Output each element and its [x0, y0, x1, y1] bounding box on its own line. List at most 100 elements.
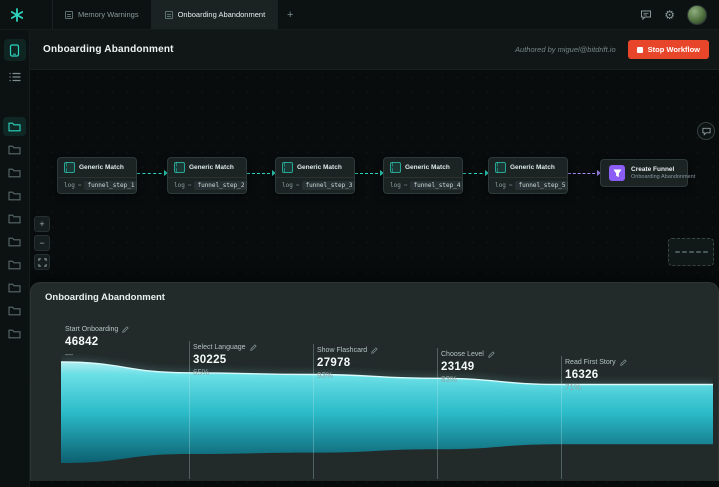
log-field: log — [390, 182, 401, 189]
minimap[interactable] — [668, 238, 714, 266]
workflow-canvas[interactable]: ( ) Generic Match log = funnel_step_1 ( ) Ge… — [30, 70, 719, 487]
stage-label: Show Flashcard — [317, 347, 368, 354]
sidebar-folder-icon[interactable] — [3, 255, 26, 274]
match-icon: ( ) — [64, 162, 75, 174]
sidebar-folder-icon[interactable] — [3, 301, 26, 320]
edit-icon[interactable] — [619, 359, 627, 366]
funnel-stage-1: Start Onboarding 46842 — — [65, 326, 183, 359]
log-value: funnel_step_2 — [194, 181, 248, 190]
node-title: Create Funnel — [631, 166, 675, 173]
feedback-chat-icon[interactable] — [640, 9, 652, 21]
funnel-stage-3: Show Flashcard 27978 93% — [317, 347, 435, 380]
log-operator: = — [403, 182, 408, 189]
log-operator: = — [295, 182, 300, 189]
connector — [463, 170, 489, 176]
sidebar-folder-icon[interactable] — [3, 278, 26, 297]
tab-strip: Memory Warnings Onboarding Abandonment + — [52, 0, 302, 29]
edit-icon[interactable] — [122, 326, 129, 333]
page-header-right: Authored by miguel@bitdrift.io Stop Work… — [515, 40, 709, 59]
node-subtitle: Onboarding Abandonment — [631, 174, 696, 180]
stage-percentage: — — [65, 350, 73, 359]
log-value: funnel_step_1 — [84, 181, 138, 190]
tab-label: Memory Warnings — [78, 10, 139, 19]
zoom-out-button[interactable]: − — [34, 235, 50, 251]
node-title: Generic Match — [405, 164, 450, 171]
log-field: log — [495, 182, 506, 189]
workflow-node-generic-match-5[interactable]: ( ) Generic Match log = funnel_step_5 — [488, 157, 569, 194]
edit-icon[interactable] — [249, 344, 257, 351]
sidebar-folder-icon[interactable] — [3, 163, 26, 182]
sidebar-folder-icon[interactable] — [3, 324, 26, 343]
stop-icon — [636, 46, 643, 53]
connector — [355, 170, 384, 176]
funnel-stage-4: Choose Level 23149 83% — [441, 351, 559, 384]
log-field: log — [282, 182, 293, 189]
log-field: log — [64, 182, 75, 189]
comment-bubble-button[interactable] — [697, 122, 715, 140]
stage-label: Read First Story — [565, 359, 616, 366]
topbar-right: ⚙ — [640, 0, 719, 29]
zoom-in-button[interactable]: + — [34, 216, 50, 232]
workflow-node-create-funnel[interactable]: Create Funnel Onboarding Abandonment — [600, 159, 695, 187]
stage-value: 46842 — [65, 336, 99, 348]
minimap-node-dash — [681, 251, 687, 253]
connector-to-funnel — [568, 170, 601, 176]
sidebar-list-icon[interactable] — [4, 66, 26, 88]
edit-icon[interactable] — [487, 351, 495, 358]
page-title: Onboarding Abandonment — [43, 44, 174, 55]
sidebar-folder-icon[interactable] — [3, 186, 26, 205]
stop-workflow-label: Stop Workflow — [647, 45, 700, 54]
tab-icon — [65, 10, 73, 19]
log-value: funnel_step_4 — [410, 181, 464, 190]
topbar: Memory Warnings Onboarding Abandonment +… — [0, 0, 719, 30]
main-area: Onboarding Abandonment Authored by migue… — [30, 30, 719, 487]
funnel-icon — [609, 165, 625, 181]
workflow-node-generic-match-4[interactable]: ( ) Generic Match log = funnel_step_4 — [383, 157, 464, 194]
log-value: funnel_step_3 — [302, 181, 356, 190]
tab-label: Onboarding Abandonment — [177, 10, 266, 19]
stage-label: Start Onboarding — [65, 326, 119, 333]
minimap-node-dash — [702, 251, 708, 253]
stop-workflow-button[interactable]: Stop Workflow — [627, 40, 709, 59]
tab-memory-warnings[interactable]: Memory Warnings — [52, 0, 152, 29]
sidebar-device-icon[interactable] — [3, 39, 26, 61]
sidebar-folder-icon[interactable] — [3, 232, 26, 251]
fit-view-button[interactable] — [34, 254, 50, 270]
log-operator: = — [508, 182, 513, 189]
connector — [137, 170, 168, 176]
stage-percentage: 65% — [193, 368, 210, 377]
sidebar-folder-icon[interactable] — [3, 209, 26, 228]
workflow-node-generic-match-3[interactable]: ( ) Generic Match log = funnel_step_3 — [275, 157, 356, 194]
stage-divider — [561, 356, 562, 479]
authored-by-text: Authored by miguel@bitdrift.io — [515, 45, 616, 54]
stage-value: 30225 — [193, 354, 227, 366]
tab-onboarding-abandonment[interactable]: Onboarding Abandonment — [151, 0, 279, 29]
funnel-stage-2: Select Language 30225 65% — [193, 344, 311, 377]
stage-divider — [189, 341, 190, 479]
new-tab-button[interactable]: + — [278, 0, 302, 29]
minimap-node-dash — [688, 251, 694, 253]
log-value: funnel_step_5 — [515, 181, 569, 190]
match-icon: ( ) — [174, 162, 185, 174]
workflow-node-generic-match-1[interactable]: ( ) Generic Match log = funnel_step_1 — [57, 157, 138, 194]
sidebar-folder-icon[interactable] — [3, 140, 26, 159]
stage-value: 23149 — [441, 361, 475, 373]
minimap-node-dash — [695, 251, 701, 253]
log-field: log — [174, 182, 185, 189]
match-icon: ( ) — [282, 162, 293, 174]
edit-icon[interactable] — [371, 347, 378, 354]
stage-percentage: 93% — [317, 371, 334, 380]
match-icon: ( ) — [390, 162, 401, 174]
gear-icon[interactable]: ⚙ — [664, 9, 675, 21]
stage-label: Choose Level — [441, 351, 484, 358]
zoom-controls: + − — [34, 216, 50, 270]
sidebar-folder-list — [3, 117, 26, 347]
log-operator: = — [187, 182, 192, 189]
avatar[interactable] — [687, 4, 707, 25]
sidebar — [0, 30, 30, 487]
funnel-chart: Start Onboarding 46842 — Select Language… — [61, 313, 713, 479]
bitdrift-logo-icon[interactable] — [0, 0, 34, 29]
sidebar-folder-active-icon[interactable] — [3, 117, 26, 136]
node-title: Generic Match — [297, 164, 342, 171]
workflow-node-generic-match-2[interactable]: ( ) Generic Match log = funnel_step_2 — [167, 157, 248, 194]
